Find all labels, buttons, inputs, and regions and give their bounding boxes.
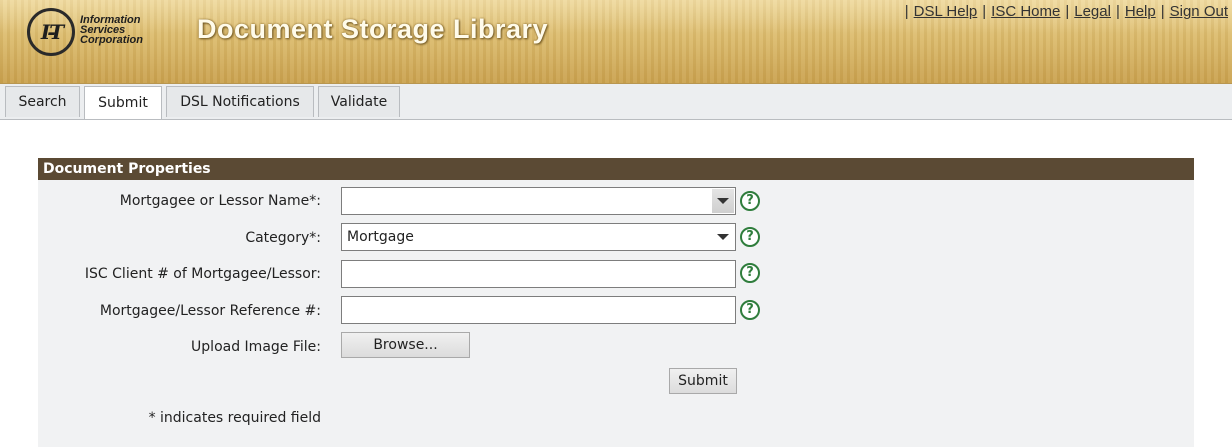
section-title: Document Properties bbox=[38, 158, 1194, 180]
help-icon[interactable]: ? bbox=[740, 227, 760, 247]
link-separator: | bbox=[904, 3, 909, 20]
dsl-help-link[interactable]: DSL Help bbox=[914, 3, 978, 20]
category-value: Mortgage bbox=[347, 229, 414, 245]
mortgagee-name-label: Mortgagee or Lessor Name*: bbox=[119, 193, 321, 209]
sign-out-link[interactable]: Sign Out bbox=[1170, 3, 1228, 20]
link-separator: | bbox=[1115, 3, 1120, 20]
top-nav-links: | DSL Help | ISC Home | Legal | Help | Sign Out bbox=[900, 3, 1228, 20]
help-link[interactable]: Help bbox=[1125, 3, 1156, 20]
link-separator: | bbox=[1160, 3, 1165, 20]
browse-button[interactable]: Browse... bbox=[341, 332, 470, 358]
isc-client-field[interactable] bbox=[341, 260, 736, 288]
logo-mark: I-T bbox=[40, 20, 64, 44]
upload-label: Upload Image File: bbox=[191, 339, 321, 355]
tab-validate[interactable]: Validate bbox=[318, 86, 400, 117]
isc-logo-icon[interactable]: I-T bbox=[27, 8, 75, 56]
help-icon[interactable]: ? bbox=[740, 191, 760, 211]
reference-field[interactable] bbox=[341, 296, 736, 324]
category-select[interactable]: Mortgage bbox=[341, 223, 736, 251]
link-separator: | bbox=[982, 3, 987, 20]
site-header: I-T Information Services Corporation Doc… bbox=[0, 0, 1232, 84]
tab-submit[interactable]: Submit bbox=[84, 86, 162, 119]
chevron-down-icon[interactable] bbox=[712, 225, 734, 249]
legal-link[interactable]: Legal bbox=[1074, 3, 1111, 20]
tab-search[interactable]: Search bbox=[5, 86, 80, 117]
logo-wordmark: Information Services Corporation bbox=[80, 15, 170, 46]
isc-home-link[interactable]: ISC Home bbox=[991, 3, 1060, 20]
isc-client-input[interactable] bbox=[342, 261, 735, 287]
tab-dsl-notifications[interactable]: DSL Notifications bbox=[166, 86, 314, 117]
document-properties-panel: Document Properties Mortgagee or Lessor … bbox=[38, 158, 1194, 447]
reference-input[interactable] bbox=[342, 297, 735, 323]
help-icon[interactable]: ? bbox=[740, 300, 760, 320]
reference-label: Mortgagee/Lessor Reference #: bbox=[99, 303, 321, 319]
help-icon[interactable]: ? bbox=[740, 263, 760, 283]
logo-line-3: Corporation bbox=[80, 34, 143, 46]
required-field-note: * indicates required field bbox=[148, 410, 321, 426]
app-title: Document Storage Library bbox=[197, 14, 549, 44]
category-label: Category*: bbox=[245, 230, 321, 246]
chevron-down-icon[interactable] bbox=[712, 189, 734, 213]
submit-button[interactable]: Submit bbox=[669, 368, 737, 394]
link-separator: | bbox=[1065, 3, 1070, 20]
mortgagee-name-combobox[interactable] bbox=[341, 187, 736, 215]
isc-client-label: ISC Client # of Mortgagee/Lessor: bbox=[84, 266, 321, 282]
tab-bar: Search Submit DSL Notifications Validate bbox=[0, 84, 1232, 120]
